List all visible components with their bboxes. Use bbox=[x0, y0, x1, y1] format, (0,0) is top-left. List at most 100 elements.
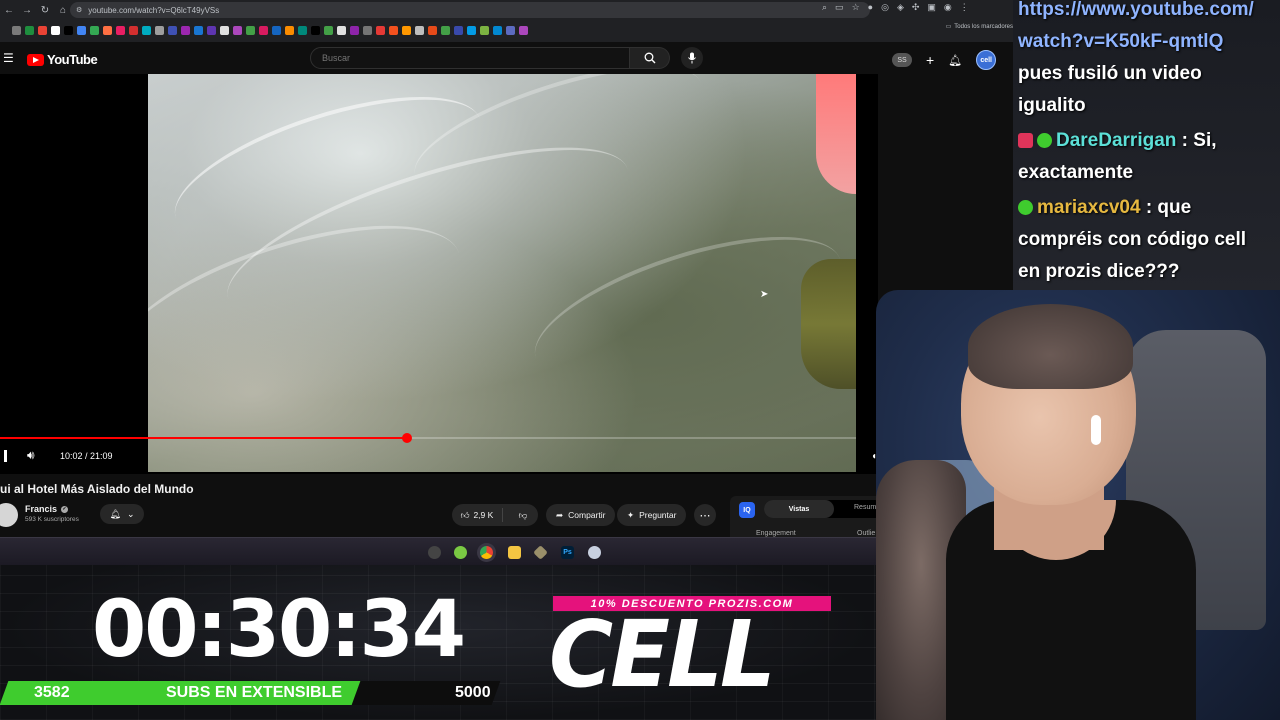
account-avatar[interactable]: cell bbox=[976, 50, 997, 70]
hamburger-menu-icon[interactable]: ☰ bbox=[3, 51, 14, 65]
bookmark-icon[interactable] bbox=[259, 25, 268, 35]
browser-toolbar: ← → ↻ ⌂ ⚙ youtube.com/watch?v=Q6lcT49yVS… bbox=[0, 0, 1013, 20]
bookmark-icon[interactable] bbox=[246, 25, 255, 35]
notifications-bell-icon[interactable]: 🔔︎ bbox=[948, 54, 962, 67]
bookmark-icon[interactable] bbox=[233, 25, 242, 35]
progress-bar[interactable] bbox=[0, 433, 856, 443]
cell-badge-icon bbox=[1018, 200, 1033, 215]
outlier-label: Outlie bbox=[857, 530, 876, 537]
video-frame[interactable] bbox=[148, 74, 856, 472]
bookmark-icon[interactable] bbox=[350, 25, 359, 35]
bookmark-icon[interactable] bbox=[272, 25, 281, 35]
vidiq-icon[interactable]: IQ bbox=[739, 502, 755, 518]
forward-icon[interactable]: → bbox=[18, 1, 36, 19]
voice-search-button[interactable] bbox=[681, 47, 703, 69]
subscription-bell-button[interactable]: 🔔︎ ⌄ bbox=[100, 504, 144, 524]
bookmark-icon[interactable] bbox=[389, 25, 398, 35]
bookmark-icon[interactable] bbox=[363, 25, 372, 35]
menu-icon[interactable]: ⋮ bbox=[960, 2, 969, 13]
photoshop-icon[interactable]: Ps bbox=[561, 546, 574, 559]
bookmark-icon[interactable] bbox=[51, 25, 60, 35]
bookmark-icon[interactable] bbox=[285, 25, 294, 35]
bookmark-icon[interactable] bbox=[376, 25, 385, 35]
chat-message-line: exactamente bbox=[1018, 162, 1134, 183]
bookmark-icon[interactable] bbox=[103, 25, 112, 35]
bookmark-icon[interactable] bbox=[415, 25, 424, 35]
extension-badge[interactable]: SS bbox=[892, 53, 912, 67]
bookmark-star-icon[interactable]: ☆ bbox=[852, 2, 860, 13]
pause-icon[interactable] bbox=[4, 450, 7, 462]
tab-summary[interactable]: Resum bbox=[854, 504, 876, 511]
bookmark-icon[interactable] bbox=[441, 25, 450, 35]
bookmark-icon[interactable] bbox=[519, 25, 528, 35]
scrubber-handle[interactable] bbox=[401, 433, 412, 443]
bookmark-icon[interactable] bbox=[25, 25, 34, 35]
profile-icon[interactable]: ◉ bbox=[944, 2, 952, 13]
extension-icon-2[interactable]: ◎ bbox=[881, 2, 889, 13]
verified-icon: ✓ bbox=[61, 505, 69, 513]
bookmark-icon[interactable] bbox=[324, 25, 333, 35]
search-input[interactable] bbox=[310, 47, 631, 69]
reload-icon[interactable]: ↻ bbox=[36, 1, 54, 19]
bookmark-icon[interactable] bbox=[194, 25, 203, 35]
extension-icon-3[interactable]: ◈ bbox=[897, 2, 904, 13]
ask-button[interactable]: ✦ Preguntar bbox=[617, 504, 687, 526]
video-player[interactable]: ➤ 🔊︎ 10:02 / 21:09 ◖ bbox=[0, 74, 878, 474]
bookmark-icon[interactable] bbox=[454, 25, 463, 35]
bookmark-icon[interactable] bbox=[129, 25, 138, 35]
bookmark-icon[interactable] bbox=[506, 25, 515, 35]
extensions-puzzle-icon[interactable]: ✣ bbox=[912, 2, 920, 13]
bookmark-icon[interactable] bbox=[64, 25, 73, 35]
app-icon-diamond[interactable] bbox=[533, 545, 548, 560]
bookmark-icon[interactable] bbox=[155, 25, 164, 35]
create-icon[interactable]: + bbox=[926, 52, 934, 68]
zoom-icon[interactable]: ⌕ bbox=[822, 2, 827, 13]
bookmark-icon[interactable] bbox=[402, 25, 411, 35]
bookmark-icon[interactable] bbox=[220, 25, 229, 35]
bookmark-icon[interactable] bbox=[142, 25, 151, 35]
extension-icon[interactable]: ● bbox=[868, 2, 873, 13]
subathon-timer: 00:30:34 bbox=[92, 585, 466, 675]
bookmark-icon[interactable] bbox=[493, 25, 502, 35]
bookmark-icon[interactable] bbox=[337, 25, 346, 35]
channel-avatar[interactable] bbox=[0, 503, 18, 527]
video-title: ui al Hotel Más Aislado del Mundo bbox=[0, 482, 194, 496]
youtube-logo[interactable]: YouTube bbox=[27, 52, 98, 67]
site-info-icon[interactable]: ⚙ bbox=[76, 6, 82, 14]
app-icon-green[interactable] bbox=[454, 546, 467, 559]
webcam-feed bbox=[876, 290, 1280, 720]
subscriber-badge-icon bbox=[1018, 133, 1033, 148]
tab-search-icon[interactable]: ▣ bbox=[927, 2, 936, 13]
bookmark-icon[interactable] bbox=[90, 25, 99, 35]
bookmark-icon[interactable] bbox=[428, 25, 437, 35]
bookmark-icon[interactable] bbox=[168, 25, 177, 35]
dislike-button[interactable]: 👎︎ bbox=[508, 510, 538, 521]
cast-icon[interactable]: ▭ bbox=[835, 2, 844, 13]
bookmark-icon[interactable] bbox=[116, 25, 125, 35]
share-button[interactable]: ➦ Compartir bbox=[546, 504, 616, 526]
channel-name[interactable]: Francis ✓ bbox=[25, 504, 69, 514]
file-explorer-icon[interactable] bbox=[508, 546, 521, 559]
bookmark-icon[interactable] bbox=[38, 25, 47, 35]
back-icon[interactable]: ← bbox=[0, 1, 18, 19]
app-icon-globe[interactable] bbox=[588, 546, 601, 559]
bookmark-icon[interactable] bbox=[181, 25, 190, 35]
bookmark-icon[interactable] bbox=[298, 25, 307, 35]
obs-icon[interactable] bbox=[428, 546, 441, 559]
bookmark-icon[interactable] bbox=[480, 25, 489, 35]
volume-icon[interactable]: 🔊︎ bbox=[27, 448, 35, 463]
search-button[interactable] bbox=[630, 47, 670, 69]
bookmark-icon[interactable] bbox=[207, 25, 216, 35]
address-bar[interactable]: ⚙ youtube.com/watch?v=Q6lcT49yVSs bbox=[70, 2, 870, 18]
bookmark-icon[interactable] bbox=[77, 25, 86, 35]
chrome-icon[interactable] bbox=[480, 546, 493, 559]
folder-icon: ▭ bbox=[945, 24, 952, 30]
bookmark-icon[interactable] bbox=[311, 25, 320, 35]
tab-views[interactable]: Vistas bbox=[764, 500, 834, 518]
more-actions-button[interactable]: ⋯ bbox=[694, 504, 716, 526]
all-bookmarks[interactable]: ▭ Todos los marcadores bbox=[945, 23, 1013, 31]
bookmark-icon[interactable] bbox=[12, 25, 21, 35]
subs-label: SUBS EN EXTENSIBLE bbox=[166, 684, 343, 701]
bookmark-icon[interactable] bbox=[467, 25, 476, 35]
like-button[interactable]: 👍︎ 2,9 K bbox=[452, 508, 503, 522]
